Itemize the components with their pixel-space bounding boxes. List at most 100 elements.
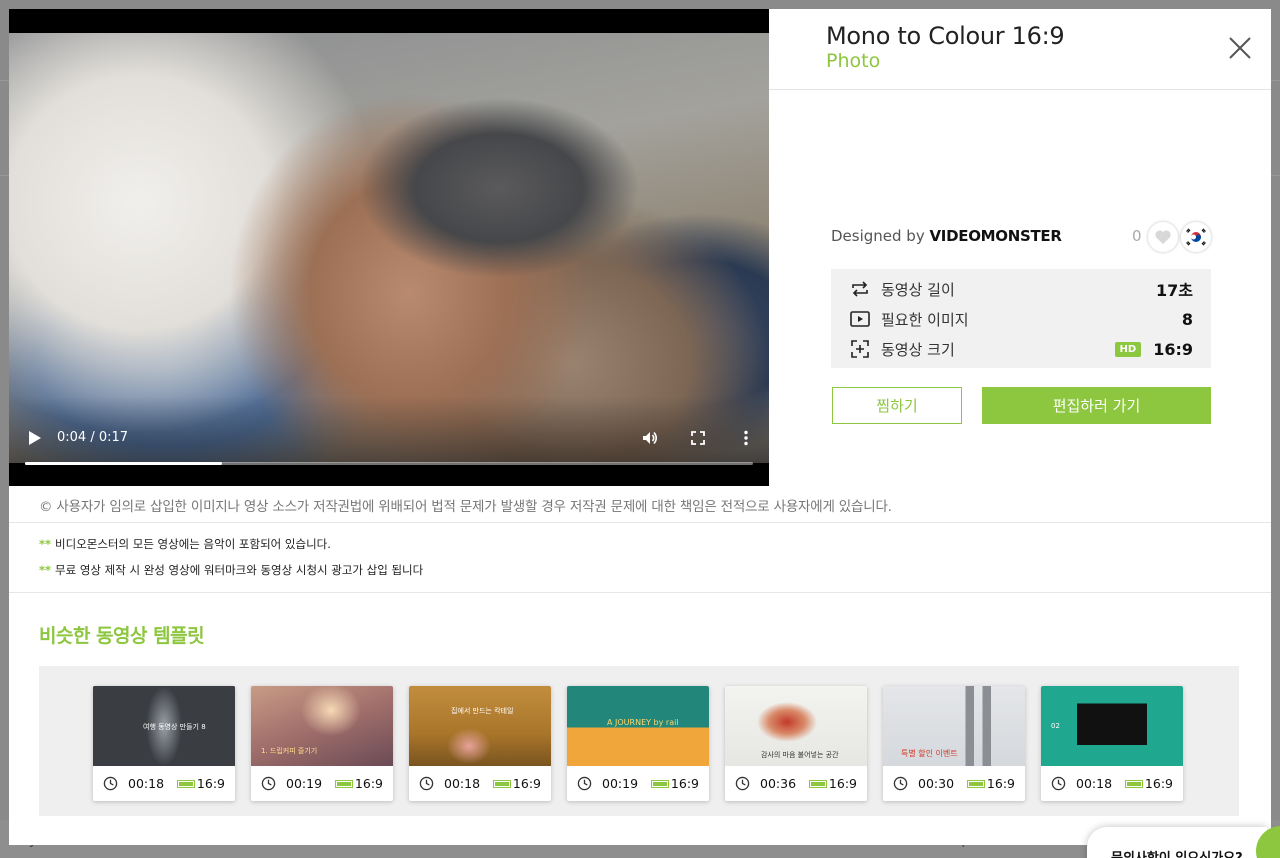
template-card[interactable]: 집에서 만드는 칵테일 00:18 16:9 [409, 686, 551, 801]
section-divider [9, 592, 1271, 593]
like-count: 0 [1132, 227, 1142, 245]
thumbnail-text: 02 [1051, 722, 1060, 730]
video-progress-bar[interactable] [25, 462, 753, 465]
fullscreen-icon[interactable] [689, 429, 707, 447]
template-card[interactable]: 특별 할인 이벤트 00:30 16:9 [883, 686, 1025, 801]
repeat-icon [849, 278, 871, 300]
note-text: 무료 영상 제작 시 완성 영상에 워터마크와 동영상 시청시 광고가 삽입 됩… [55, 563, 424, 577]
template-ratio: 16:9 [196, 776, 225, 791]
spec-value: 8 [1181, 309, 1193, 329]
template-specs: 동영상 길이 17초 필요한 이미지 8 동영상 크기 HD 16:9 [831, 269, 1211, 368]
template-ratio: 16:9 [670, 776, 699, 791]
spec-label: 동영상 크기 [881, 340, 955, 359]
wish-button[interactable]: 찜하기 [832, 387, 962, 424]
thumbnail-text: 1. 드립커피 즐기기 [261, 747, 318, 755]
thumbnail-text: 감사의 마음 불어넣는 공간 [761, 751, 839, 759]
designed-by-label: Designed by [831, 227, 925, 245]
template-meta: 00:18 16:9 [93, 766, 235, 801]
video-player[interactable]: 0:04 / 0:17 [9, 9, 769, 486]
template-duration: 00:18 [444, 776, 481, 791]
template-thumbnail: 1. 드립커피 즐기기 [251, 686, 393, 766]
close-icon[interactable] [1227, 35, 1253, 61]
template-duration: 00:18 [1076, 776, 1113, 791]
template-duration: 00:30 [918, 776, 955, 791]
similar-templates-list: 여행 동영상 만들기 8 00:18 16:9 1. 드립커피 즐기기 00:1… [39, 666, 1239, 816]
template-ratio: 16:9 [828, 776, 857, 791]
spec-row-duration: 동영상 길이 17초 [849, 277, 1193, 301]
template-duration: 00:36 [760, 776, 797, 791]
clock-icon [419, 776, 434, 791]
spec-row-images: 필요한 이미지 8 [849, 307, 1193, 331]
clock-icon [893, 776, 908, 791]
template-card[interactable]: 02 00:18 16:9 [1041, 686, 1183, 801]
template-meta: 00:18 16:9 [409, 766, 551, 801]
template-meta: 00:36 16:9 [725, 766, 867, 801]
note-marker: ** [39, 537, 52, 551]
template-meta: 00:19 16:9 [567, 766, 709, 801]
template-card[interactable]: A JOURNEY by rail 00:19 16:9 [567, 686, 709, 801]
designer-name[interactable]: VIDEOMONSTER [930, 227, 1062, 245]
template-card[interactable]: 여행 동영상 만들기 8 00:18 16:9 [93, 686, 235, 801]
template-preview-modal: 0:04 / 0:17 Mono to Colour 16:9 Photo De… [9, 9, 1271, 845]
spec-label: 동영상 길이 [881, 280, 955, 299]
template-meta: 00:30 16:9 [883, 766, 1025, 801]
music-notice: ** 비디오몬스터의 모든 영상에는 음악이 포함되어 있습니다. [39, 536, 331, 552]
designer-credit: Designed by VIDEOMONSTER [831, 227, 1062, 245]
template-duration: 00:19 [602, 776, 639, 791]
template-thumbnail: 감사의 마음 불어넣는 공간 [725, 686, 867, 766]
hd-badge: HD [1114, 341, 1142, 357]
battery-icon [334, 779, 353, 788]
watermark-notice: ** 무료 영상 제작 시 완성 영상에 워터마크와 동영상 시청시 광고가 삽입… [39, 562, 423, 578]
play-box-icon [849, 308, 871, 330]
chat-label: 문의사항이 있으신가요? [1111, 847, 1243, 858]
template-meta: 00:18 16:9 [1041, 766, 1183, 801]
template-category: Photo [826, 50, 881, 72]
template-duration: 00:19 [286, 776, 323, 791]
volume-icon[interactable] [641, 429, 659, 447]
korean-flag-icon[interactable] [1181, 222, 1211, 252]
section-divider [9, 522, 1271, 523]
thumbnail-text: A JOURNEY by rail [607, 718, 679, 727]
video-time: 0:04 / 0:17 [57, 430, 129, 445]
header-divider [769, 89, 1271, 90]
template-thumbnail: 여행 동영상 만들기 8 [93, 686, 235, 766]
template-thumbnail: 집에서 만드는 칵테일 [409, 686, 551, 766]
battery-icon [966, 779, 985, 788]
battery-icon [808, 779, 827, 788]
similar-templates-title: 비슷한 동영상 템플릿 [39, 625, 205, 647]
note-marker: ** [39, 563, 52, 577]
template-thumbnail: A JOURNEY by rail [567, 686, 709, 766]
edit-button[interactable]: 편집하러 가기 [982, 387, 1211, 424]
template-ratio: 16:9 [354, 776, 383, 791]
battery-icon [176, 779, 195, 788]
video-progress-fill [25, 462, 222, 465]
thumbnail-text: 집에서 만드는 칵테일 [451, 707, 514, 715]
clock-icon [261, 776, 276, 791]
clock-icon [103, 776, 118, 791]
spec-value: 16:9 [1153, 339, 1193, 359]
battery-icon [650, 779, 669, 788]
copyright-notice: © 사용자가 임의로 삽입한 이미지나 영상 소스가 저작권법에 위배되어 법적… [39, 499, 892, 515]
thumbnail-text: 특별 할인 이벤트 [901, 749, 958, 758]
template-title: Mono to Colour 16:9 [826, 22, 1065, 50]
spec-label: 필요한 이미지 [881, 310, 969, 329]
clock-icon [577, 776, 592, 791]
template-thumbnail: 특별 할인 이벤트 [883, 686, 1025, 766]
battery-icon [1124, 779, 1143, 788]
more-options-icon[interactable] [737, 429, 755, 447]
template-thumbnail: 02 [1041, 686, 1183, 766]
template-meta: 00:19 16:9 [251, 766, 393, 801]
template-card[interactable]: 감사의 마음 불어넣는 공간 00:36 16:9 [725, 686, 867, 801]
template-card[interactable]: 1. 드립커피 즐기기 00:19 16:9 [251, 686, 393, 801]
template-ratio: 16:9 [1144, 776, 1173, 791]
resize-icon [849, 338, 871, 360]
template-ratio: 16:9 [986, 776, 1015, 791]
clock-icon [735, 776, 750, 791]
heart-icon[interactable] [1148, 222, 1178, 252]
note-text: 비디오몬스터의 모든 영상에는 음악이 포함되어 있습니다. [55, 537, 331, 551]
spec-row-size: 동영상 크기 HD 16:9 [849, 337, 1193, 361]
spec-value: 17초 [1156, 281, 1193, 300]
battery-icon [492, 779, 511, 788]
play-icon[interactable] [27, 430, 43, 446]
chat-widget[interactable]: 문의사항이 있으신가요? [1087, 827, 1267, 858]
